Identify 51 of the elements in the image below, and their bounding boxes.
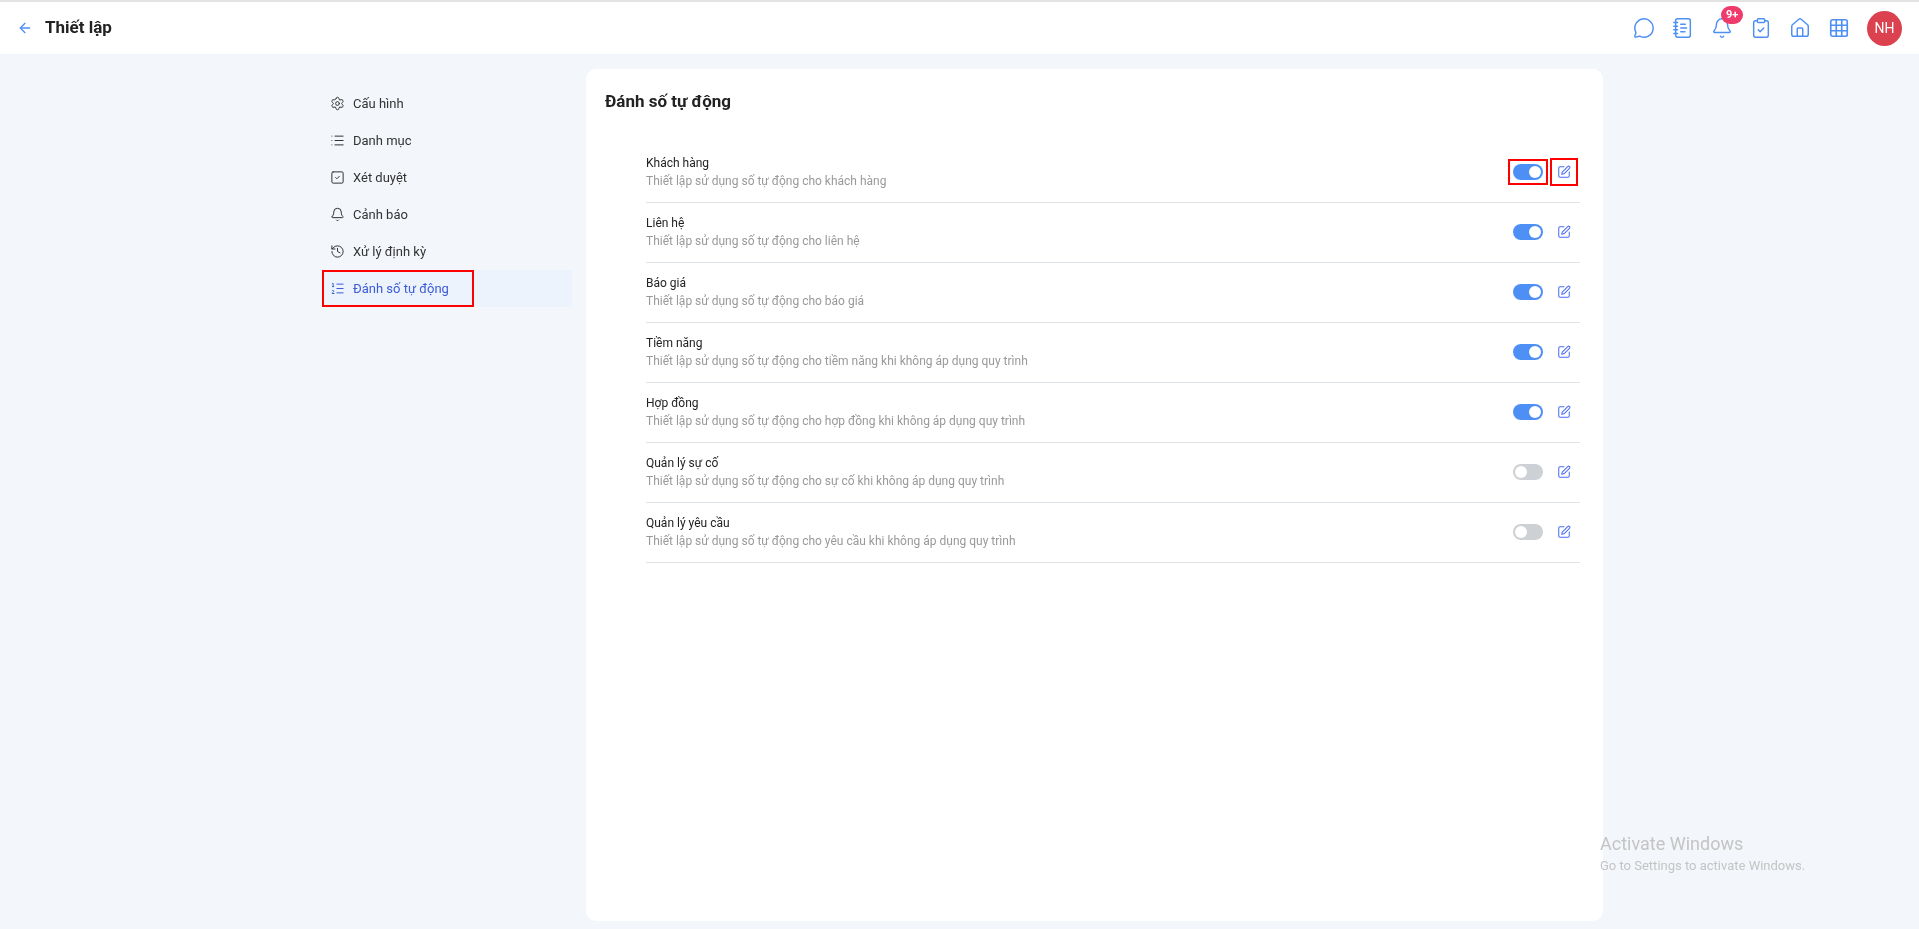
chat-icon[interactable] <box>1633 17 1655 39</box>
checkbox-icon <box>330 170 345 185</box>
toggle-switch[interactable] <box>1513 164 1543 180</box>
gear-icon <box>330 96 345 111</box>
sidebar-item[interactable]: Xử lý định kỳ <box>322 233 572 270</box>
panel-title: Đánh số tự động <box>605 90 733 113</box>
toggle-switch[interactable] <box>1513 284 1543 300</box>
notification-badge: 9+ <box>1721 6 1744 24</box>
edit-icon[interactable] <box>1557 345 1571 359</box>
setting-description: Thiết lập sử dụng số tự động cho báo giá <box>646 293 866 310</box>
toggle-switch[interactable] <box>1513 464 1543 480</box>
bell-icon[interactable] <box>1711 17 1733 39</box>
sidebar-item[interactable]: Danh mục <box>322 122 572 159</box>
sidebar-item[interactable]: Cấu hình <box>322 85 572 122</box>
edit-icon[interactable] <box>1557 525 1571 539</box>
setting-description: Thiết lập sử dụng số tự động cho tiềm năng khi không áp dụng quy trình <box>646 353 1029 370</box>
setting-name: Khách hàng <box>646 155 711 172</box>
toggle-switch[interactable] <box>1513 344 1543 360</box>
setting-name: Báo giá <box>646 275 687 292</box>
setting-name: Tiềm năng <box>646 335 704 352</box>
notebook-icon[interactable] <box>1672 17 1694 39</box>
setting-description: Thiết lập sử dụng số tự động cho khách hàng <box>646 173 888 190</box>
clipboard-check-icon[interactable] <box>1750 17 1772 39</box>
edit-icon[interactable] <box>1557 225 1571 239</box>
edit-icon[interactable] <box>1557 465 1571 479</box>
toggle-switch[interactable] <box>1513 404 1543 420</box>
setting-description: Thiết lập sử dụng số tự động cho hợp đồng khi không áp dụng quy trình <box>646 413 1027 430</box>
bell-icon <box>330 207 345 222</box>
list-icon <box>330 133 345 148</box>
edit-icon[interactable] <box>1557 405 1571 419</box>
sidebar-item[interactable]: Xét duyệt <box>322 159 572 196</box>
back-button[interactable] <box>17 20 33 36</box>
toggle-switch[interactable] <box>1513 224 1543 240</box>
sidebar-item[interactable]: Đánh số tự động <box>322 270 572 307</box>
page-title: Thiết lập <box>45 16 112 40</box>
numbered-list-icon <box>330 281 345 296</box>
history-icon <box>330 244 345 259</box>
edit-icon[interactable] <box>1557 285 1571 299</box>
toggle-switch[interactable] <box>1513 524 1543 540</box>
setting-name: Quản lý sự cố <box>646 455 720 472</box>
setting-description: Thiết lập sử dụng số tự động cho yêu cầu khi không áp dụng quy trình <box>646 533 1017 550</box>
setting-description: Thiết lập sử dụng số tự động cho liên hệ <box>646 233 861 250</box>
setting-description: Thiết lập sử dụng số tự động cho sự cố khi không áp dụng quy trình <box>646 473 1006 490</box>
user-avatar[interactable]: NH <box>1867 10 1902 46</box>
setting-name: Liên hệ <box>646 215 686 232</box>
setting-name: Quản lý yêu cầu <box>646 515 731 532</box>
setting-name: Hợp đồng <box>646 395 700 412</box>
sidebar-item[interactable]: Cảnh báo <box>322 196 572 233</box>
home-icon[interactable] <box>1789 17 1811 39</box>
edit-icon[interactable] <box>1557 165 1571 179</box>
apps-grid-icon[interactable] <box>1828 17 1850 39</box>
